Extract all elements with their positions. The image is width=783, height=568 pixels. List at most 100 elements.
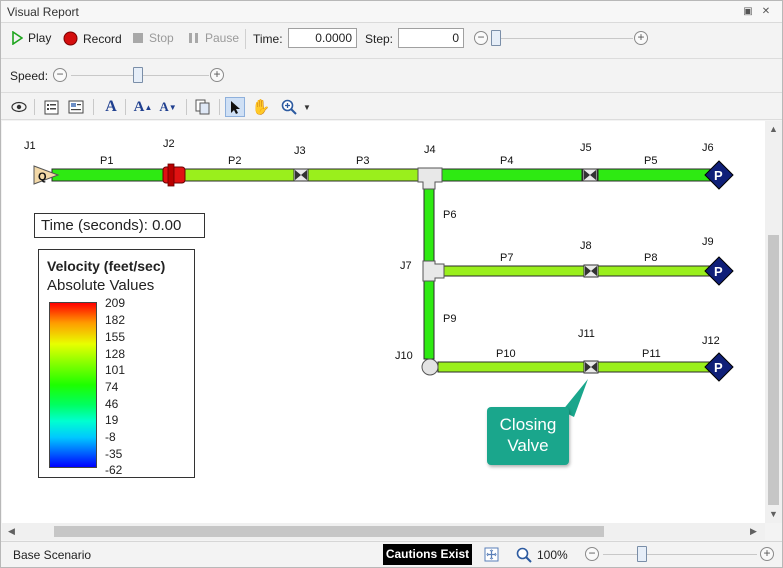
legend-value: 155 [105, 330, 126, 344]
list-icon[interactable] [41, 97, 61, 117]
pipe-p11[interactable] [597, 361, 711, 373]
copy-icon[interactable] [193, 97, 213, 117]
zoom-slider-thumb[interactable] [637, 546, 647, 562]
pressure-symbol: P [714, 360, 723, 375]
separator [34, 99, 35, 115]
step-decrease-button[interactable]: − [474, 31, 488, 45]
step-slider-thumb[interactable] [491, 30, 501, 46]
restore-icon[interactable]: ▣ [740, 4, 756, 20]
zoom-out-button[interactable]: − [585, 547, 599, 561]
font-shrink-glyph: A [159, 99, 169, 114]
callout-line: Closing [499, 415, 557, 434]
stop-button[interactable]: Stop [132, 31, 174, 45]
speed-slider-thumb[interactable] [133, 67, 143, 83]
valve-junction-j3[interactable] [293, 168, 309, 182]
time-label: Time: [253, 32, 283, 46]
pipe-p6[interactable] [423, 182, 435, 266]
speed-decrease-button[interactable]: − [53, 68, 67, 82]
font-shrink-icon[interactable]: A ▼ [158, 97, 178, 117]
fit-view-icon[interactable] [483, 546, 500, 563]
status-bar: Base Scenario Cautions Exist 100% − + [1, 541, 782, 567]
scenario-name[interactable]: Base Scenario [13, 548, 91, 562]
legend-value: 128 [105, 347, 126, 361]
zoom-in-button[interactable]: + [760, 547, 774, 561]
pause-icon [189, 33, 198, 43]
horizontal-scrollbar[interactable]: ◀ ▶ [2, 523, 765, 540]
pan-hand-icon[interactable]: ✋ [251, 97, 271, 117]
pipe-p8[interactable] [597, 265, 711, 277]
step-increase-button[interactable]: + [634, 31, 648, 45]
label-p5: P5 [644, 155, 657, 167]
legend-value: 101 [105, 363, 126, 377]
pipe-p10[interactable] [437, 361, 585, 373]
speed-increase-button[interactable]: + [210, 68, 224, 82]
pipe-p7[interactable] [439, 265, 585, 277]
play-icon [12, 31, 23, 45]
label-j7: J7 [400, 260, 412, 272]
view-toolbar: A A ▲ A ▼ ✋ ▼ [1, 94, 782, 120]
scroll-up-icon[interactable]: ▲ [769, 124, 778, 134]
pipe-p4[interactable] [437, 168, 583, 182]
pressure-junction-j6[interactable]: P [704, 160, 734, 190]
valve-junction-j11[interactable] [583, 360, 599, 374]
zoom-percent: 100% [537, 548, 568, 562]
play-button[interactable]: Play [11, 31, 51, 45]
record-label: Record [83, 31, 122, 46]
step-slider-track[interactable] [491, 38, 633, 39]
pressure-junction-j12[interactable]: P [704, 352, 734, 382]
separator [1, 58, 782, 59]
pipe-p9[interactable] [423, 280, 435, 360]
dropdown-arrow-icon[interactable]: ▼ [301, 97, 313, 117]
velocity-legend: Velocity (feet/sec) Absolute Values 209 … [38, 249, 195, 478]
pipe-p3[interactable] [303, 168, 427, 182]
separator [93, 99, 94, 115]
pause-button[interactable]: Pause [188, 31, 239, 45]
separator [245, 29, 246, 49]
junction-j10[interactable] [421, 358, 439, 376]
vertical-scrollbar[interactable]: ▲ ▼ [765, 121, 782, 523]
label-j12: J12 [702, 335, 720, 347]
zoom-icon[interactable] [279, 97, 299, 117]
label-p1: P1 [100, 155, 113, 167]
valve-junction-j5[interactable] [582, 168, 598, 182]
label-p10: P10 [496, 348, 516, 360]
stop-icon [133, 33, 143, 43]
label-j1: J1 [24, 140, 36, 152]
legend-value: 209 [105, 296, 126, 310]
label-p7: P7 [500, 252, 513, 264]
valve-junction-j8[interactable] [583, 264, 599, 278]
pipe-p5[interactable] [597, 168, 711, 182]
pipe-p2[interactable] [179, 168, 301, 182]
label-j5: J5 [580, 142, 592, 154]
scroll-down-icon[interactable]: ▼ [769, 509, 778, 519]
eye-icon[interactable] [9, 97, 29, 117]
tee-junction-j4[interactable] [417, 167, 443, 190]
close-icon[interactable]: ✕ [758, 4, 774, 20]
font-grow-icon[interactable]: A ▲ [133, 97, 153, 117]
pressure-junction-j9[interactable]: P [704, 256, 734, 286]
record-button[interactable]: Record [63, 31, 122, 46]
pointer-icon[interactable] [225, 97, 245, 117]
pump-junction-j2[interactable] [162, 163, 186, 187]
zoom-status-icon[interactable] [516, 547, 532, 563]
card-icon[interactable] [66, 97, 86, 117]
closing-valve-callout: Closing Valve [487, 407, 569, 465]
font-icon[interactable]: A [101, 97, 121, 117]
source-symbol: Q [38, 171, 47, 183]
zoom-slider-track[interactable] [603, 554, 757, 555]
vertical-scroll-thumb[interactable] [768, 235, 779, 505]
model-canvas[interactable]: Q P P P J1 J2 J3 J4 J5 J6 J7 J8 J9 J10 J… [2, 121, 765, 523]
pipe-p1[interactable] [51, 168, 171, 182]
step-input[interactable]: 0 [398, 28, 464, 48]
tee-junction-j7[interactable] [422, 260, 445, 282]
label-p6: P6 [443, 209, 456, 221]
stop-label: Stop [149, 31, 174, 45]
horizontal-scroll-thumb[interactable] [54, 526, 604, 537]
separator [219, 99, 220, 115]
scroll-right-icon[interactable]: ▶ [750, 526, 757, 537]
time-input[interactable]: 0.0000 [288, 28, 357, 48]
legend-value: -8 [105, 430, 116, 444]
scroll-left-icon[interactable]: ◀ [8, 526, 15, 537]
cautions-badge[interactable]: Cautions Exist [383, 544, 472, 565]
speed-controls: Speed: − + [1, 61, 782, 89]
